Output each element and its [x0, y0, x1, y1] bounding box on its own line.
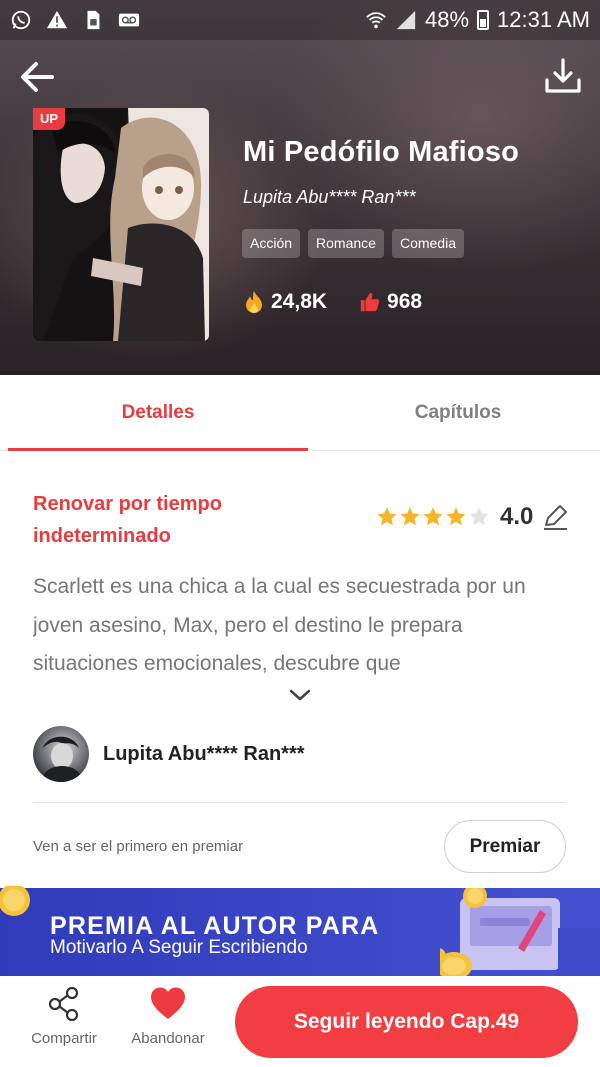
- arrow-left-icon: [21, 62, 54, 92]
- star-empty-icon: [469, 507, 489, 526]
- tab-bar: Detalles Capítulos: [0, 375, 600, 451]
- status-bar: 48% 12:31 AM: [0, 0, 600, 40]
- tag-accion[interactable]: Acción: [242, 229, 301, 258]
- pencil-icon[interactable]: [541, 503, 569, 531]
- abandon-button[interactable]: Abandonar: [120, 986, 216, 1047]
- rating-stars: [376, 506, 490, 528]
- abandon-label: Abandonar: [131, 1030, 205, 1047]
- rating-value: 4.0: [500, 503, 534, 530]
- cover-illustration: [33, 108, 209, 341]
- thumbs-up-icon: [360, 292, 380, 312]
- star-filled-icon: [423, 507, 443, 526]
- reward-button[interactable]: Premiar: [444, 820, 566, 873]
- author-card[interactable]: Lupita Abu**** Ran***: [33, 726, 305, 782]
- reward-prompt: Ven a ser el primero en premiar: [33, 838, 244, 855]
- tag-comedia[interactable]: Comedia: [391, 229, 464, 258]
- share-button[interactable]: Compartir: [20, 986, 108, 1047]
- warning-icon: [46, 9, 68, 31]
- views-count: 24,8K: [271, 290, 328, 313]
- share-icon: [48, 986, 79, 1022]
- likes-stat: 968: [359, 290, 422, 314]
- tab-capitulos[interactable]: Capítulos: [308, 375, 600, 451]
- clock: 12:31 AM: [497, 7, 590, 32]
- star-filled-icon: [400, 507, 420, 526]
- battery-icon: [477, 10, 490, 30]
- tab-detalles[interactable]: Detalles: [8, 375, 308, 451]
- voicemail-icon: [118, 9, 140, 31]
- star-filled-icon: [446, 507, 466, 526]
- views-stat: 24,8K: [243, 290, 327, 314]
- laptop-coins-illustration: [440, 888, 600, 976]
- avatar: [33, 726, 89, 782]
- share-label: Compartir: [31, 1030, 97, 1047]
- fire-icon: [246, 291, 262, 313]
- download-button[interactable]: [542, 56, 584, 98]
- author-name: Lupita Abu**** Ran***: [103, 742, 305, 765]
- divider: [33, 802, 566, 803]
- download-icon: [545, 58, 581, 93]
- sim-icon: [82, 9, 104, 31]
- continue-reading-button[interactable]: Seguir leyendo Cap.49: [235, 986, 578, 1058]
- up-badge: UP: [33, 108, 66, 130]
- signal-icon: [395, 9, 417, 31]
- rating[interactable]: 4.0: [376, 503, 569, 531]
- battery-level: 48%: [425, 7, 470, 32]
- heart-icon: [151, 987, 185, 1019]
- book-author[interactable]: Lupita Abu**** Ran***: [243, 187, 415, 208]
- back-button[interactable]: [16, 56, 58, 98]
- star-filled-icon: [377, 507, 397, 526]
- synopsis: Scarlett es una chica a la cual es secue…: [33, 575, 526, 675]
- likes-count: 968: [387, 290, 423, 313]
- book-title: Mi Pedófilo Mafioso: [243, 136, 520, 168]
- tag-romance[interactable]: Romance: [308, 229, 384, 258]
- genre-tags: Acción Romance Comedia: [242, 229, 464, 258]
- author-avatar-image: [41, 736, 83, 782]
- update-status: Renovar por tiempo indeterminado: [33, 493, 222, 547]
- active-tab-indicator: [8, 448, 308, 451]
- whatsapp-icon: [10, 9, 32, 31]
- banner-subtitle: Motivarlo A Seguir Escribiendo: [50, 937, 308, 958]
- book-header: 48% 12:31 AM UP Mi Pedófilo Mafioso Lupi…: [0, 0, 600, 375]
- chevron-down-icon[interactable]: [287, 686, 313, 704]
- book-stats: 24,8K 968: [243, 290, 454, 314]
- wifi-icon: [365, 9, 387, 31]
- coin-icon: [0, 886, 30, 916]
- book-cover[interactable]: [33, 108, 209, 341]
